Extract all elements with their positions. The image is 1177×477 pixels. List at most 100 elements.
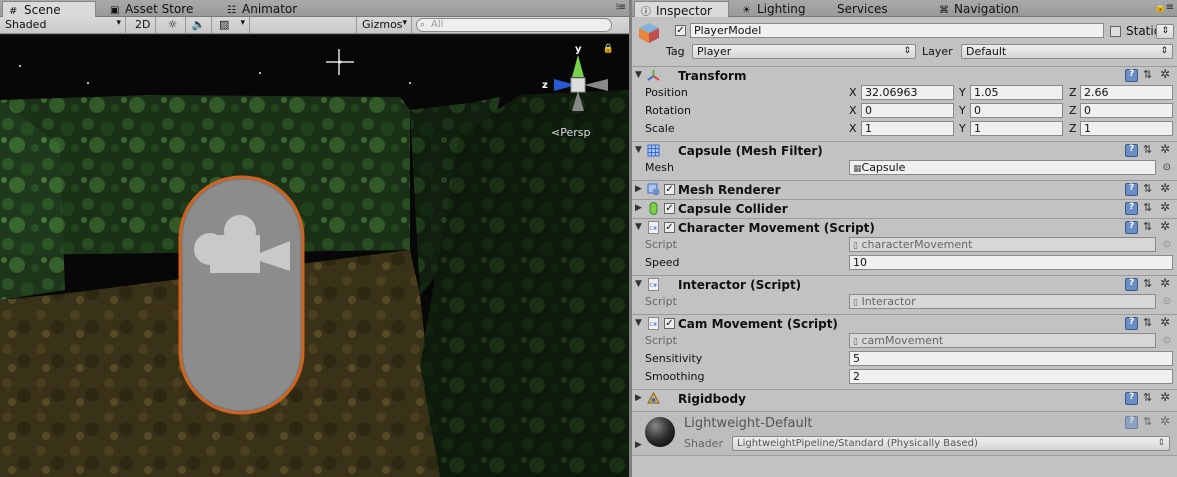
hash-icon: # — [9, 6, 18, 17]
tab-asset-store[interactable]: ▣ Asset Store — [104, 1, 199, 17]
foldout-open-icon[interactable]: ▼ — [635, 318, 642, 328]
scale-y-field[interactable]: 1 — [970, 121, 1063, 136]
speaker-icon: 🔈 — [191, 18, 206, 31]
help-book-icon[interactable] — [1125, 278, 1138, 291]
cam-movement-component-header[interactable]: ▼ C# ✓ Cam Movement (Script) ⇅ ✲ — [632, 314, 1177, 333]
preset-icon[interactable]: ⇅ — [1143, 220, 1152, 233]
enabled-checkbox[interactable]: ✓ — [664, 318, 675, 329]
help-book-icon[interactable] — [1125, 69, 1138, 82]
gear-icon[interactable]: ✲ — [1160, 181, 1170, 195]
static-checkbox[interactable] — [1110, 26, 1121, 37]
foldout-closed-icon[interactable]: ▶ — [635, 393, 642, 403]
preset-icon[interactable]: ⇅ — [1143, 143, 1152, 156]
position-y-field[interactable]: 1.05 — [970, 85, 1063, 100]
speed-field[interactable]: 10 — [849, 255, 1173, 270]
audio-toggle-button[interactable]: 🔈 — [186, 17, 212, 33]
tab-lighting[interactable]: ☀ Lighting — [736, 1, 812, 17]
2d-toggle-button[interactable]: 2D — [130, 17, 156, 33]
enabled-checkbox[interactable]: ✓ — [664, 184, 675, 195]
capsule-collider-component-header[interactable]: ▶ ✓ Capsule Collider ⇅ ✲ — [632, 199, 1177, 218]
rotation-x-field[interactable]: 0 — [861, 103, 954, 118]
preset-icon[interactable]: ⇅ — [1143, 182, 1152, 195]
effects-dropdown[interactable]: ▨ — [214, 17, 250, 33]
static-dropdown[interactable] — [1156, 24, 1174, 39]
foldout-open-icon[interactable]: ▼ — [635, 70, 642, 80]
interactor-component-header[interactable]: ▼ C# Interactor (Script) ⇅ ✲ — [632, 275, 1177, 294]
gear-icon[interactable]: ✲ — [1160, 219, 1170, 233]
preset-icon[interactable]: ⇅ — [1143, 201, 1152, 214]
help-book-icon[interactable] — [1125, 202, 1138, 215]
gear-icon[interactable]: ✲ — [1160, 276, 1170, 290]
svg-text:C#: C# — [650, 322, 658, 328]
svg-text:y: y — [575, 44, 582, 55]
animator-icon: ☷ — [227, 5, 236, 16]
mesh-filter-component-header[interactable]: ▼ Capsule (Mesh Filter) ⇅ ✲ — [632, 141, 1177, 160]
sensitivity-field[interactable]: 5 — [849, 351, 1173, 366]
material-name: Lightweight-Default — [684, 416, 813, 431]
projection-label[interactable]: ⋖Persp — [551, 126, 590, 139]
foldout-closed-icon[interactable]: ▶ — [635, 203, 642, 213]
tab-scene[interactable]: # Scene — [2, 1, 96, 17]
gizmos-dropdown[interactable]: Gizmos — [356, 17, 412, 33]
layer-dropdown[interactable]: Default — [961, 44, 1173, 59]
inspector-menu-icon[interactable]: 🔒≡ — [1154, 2, 1174, 13]
scene-render — [0, 35, 629, 477]
help-book-icon[interactable] — [1125, 416, 1138, 429]
panel-menu-icon[interactable]: ⁝≡ — [615, 2, 626, 13]
position-x-field[interactable]: 32.06963 — [861, 85, 954, 100]
preset-icon[interactable]: ⇅ — [1143, 415, 1152, 428]
gear-icon[interactable]: ✲ — [1160, 315, 1170, 329]
help-book-icon[interactable] — [1125, 221, 1138, 234]
script-file-icon: C# — [648, 278, 659, 291]
foldout-closed-icon[interactable]: ▶ — [635, 440, 642, 450]
transform-component-header[interactable]: ▼ Transform ⇅ ✲ — [632, 66, 1177, 85]
tab-navigation[interactable]: ⌘ Navigation — [933, 1, 1025, 17]
preset-icon[interactable]: ⇅ — [1143, 391, 1152, 404]
enabled-checkbox[interactable]: ✓ — [664, 203, 675, 214]
gear-icon[interactable]: ✲ — [1160, 200, 1170, 214]
help-book-icon[interactable] — [1125, 317, 1138, 330]
scale-z-field[interactable]: 1 — [1080, 121, 1173, 136]
tab-services[interactable]: Services — [831, 1, 894, 17]
rotation-y-field[interactable]: 0 — [970, 103, 1063, 118]
preset-icon[interactable]: ⇅ — [1143, 316, 1152, 329]
scene-search-input[interactable]: ⌕ All — [416, 18, 612, 32]
lighting-toggle-button[interactable]: ☼ — [160, 17, 186, 33]
lock-icon[interactable]: 🔒 — [603, 44, 614, 54]
component-tools: ⇅ ✲ — [1125, 67, 1173, 83]
shader-dropdown[interactable]: LightweightPipeline/Standard (Physically… — [732, 436, 1170, 451]
tab-inspector[interactable]: ⓘ Inspector — [634, 1, 729, 18]
foldout-open-icon[interactable]: ▼ — [635, 145, 642, 155]
help-book-icon[interactable] — [1125, 144, 1138, 157]
character-movement-component-header[interactable]: ▼ C# ✓ Character Movement (Script) ⇅ ✲ — [632, 218, 1177, 237]
position-z-field[interactable]: 2.66 — [1080, 85, 1173, 100]
gear-icon[interactable]: ✲ — [1160, 67, 1170, 81]
tab-animator[interactable]: ☷ Animator — [221, 1, 303, 17]
rotation-z-field[interactable]: 0 — [1080, 103, 1173, 118]
object-name-field[interactable]: PlayerModel — [690, 23, 1104, 38]
help-book-icon[interactable] — [1125, 392, 1138, 405]
tag-dropdown[interactable]: Player — [692, 44, 916, 59]
foldout-closed-icon[interactable]: ▶ — [635, 184, 642, 194]
scene-viewport[interactable]: y z 🔒 ⋖Persp — [0, 35, 629, 477]
rigidbody-component-header[interactable]: ▶ Rigidbody ⇅ ✲ — [632, 389, 1177, 408]
foldout-open-icon[interactable]: ▼ — [635, 222, 642, 232]
shading-mode-dropdown[interactable]: Shaded — [0, 17, 126, 33]
axis-y-label: Y — [959, 104, 966, 117]
help-book-icon[interactable] — [1125, 183, 1138, 196]
gear-icon[interactable]: ✲ — [1160, 414, 1170, 428]
cam-movement-title: Cam Movement (Script) — [678, 317, 838, 331]
active-checkbox[interactable]: ✓ — [675, 25, 686, 36]
foldout-open-icon[interactable]: ▼ — [635, 279, 642, 289]
gear-icon[interactable]: ✲ — [1160, 142, 1170, 156]
preset-icon[interactable]: ⇅ — [1143, 68, 1152, 81]
preset-icon[interactable]: ⇅ — [1143, 277, 1152, 290]
smoothing-field[interactable]: 2 — [849, 369, 1173, 384]
gear-icon[interactable]: ✲ — [1160, 390, 1170, 404]
enabled-checkbox[interactable]: ✓ — [664, 222, 675, 233]
mesh-renderer-component-header[interactable]: ▶ ✓ Mesh Renderer ⇅ ✲ — [632, 180, 1177, 199]
object-picker-icon[interactable]: ⊙ — [1163, 162, 1171, 173]
mesh-object-field[interactable]: ▦Capsule — [849, 160, 1156, 175]
scale-x-field[interactable]: 1 — [861, 121, 954, 136]
axis-x-label: X — [849, 86, 857, 99]
